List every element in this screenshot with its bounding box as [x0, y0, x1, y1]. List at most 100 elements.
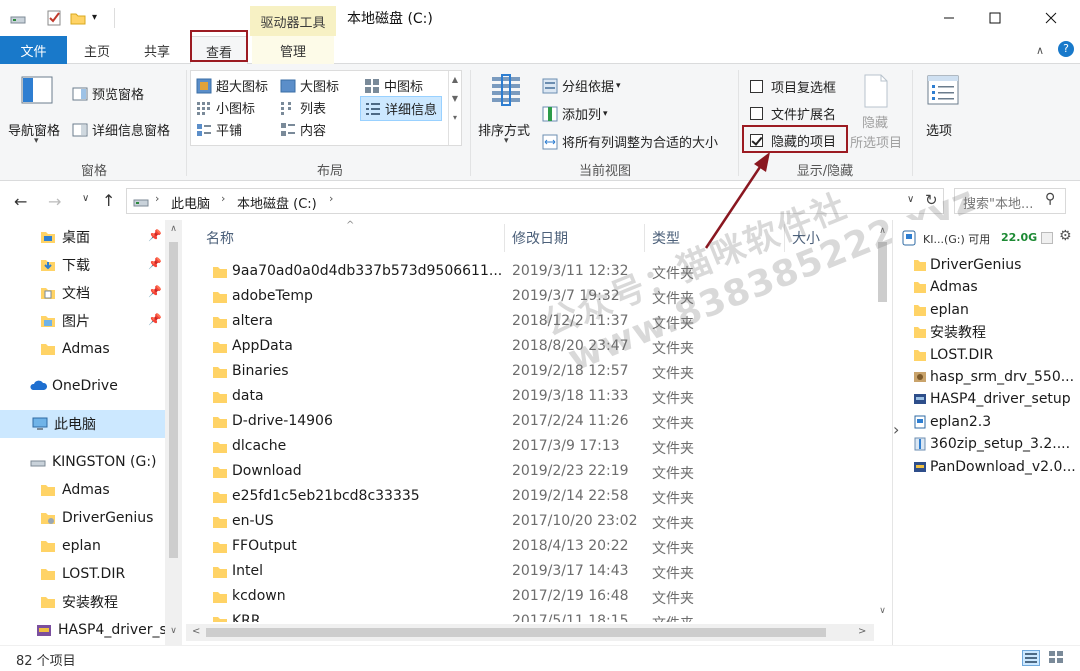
preview-item[interactable]: HASP4_driver_setup	[913, 388, 1071, 410]
preview-item[interactable]: hasp_srm_drv_550...	[913, 366, 1074, 388]
file-list-hscroll-thumb[interactable]	[206, 628, 826, 637]
preview-pane-button[interactable]: 预览窗格	[72, 84, 144, 103]
pin-icon[interactable]: 📌	[148, 313, 162, 326]
file-row[interactable]: AppData 2018/8/20 23:47 文件夹	[186, 335, 876, 360]
preview-item[interactable]: PanDownload_v2.0...	[913, 456, 1076, 478]
navigation-pane-button[interactable]: 导航窗格 ▾	[8, 72, 68, 152]
chevron-right-icon[interactable]: ›	[155, 192, 159, 205]
chevron-right-icon[interactable]: ›	[329, 192, 333, 205]
up-arrow-icon[interactable]: ↑	[102, 191, 115, 210]
tab-home[interactable]: 主页	[70, 36, 124, 64]
large-icons-view-icon[interactable]	[1048, 650, 1066, 666]
search-input[interactable]: 搜索"本地... ⚲	[954, 188, 1066, 214]
layout-tiles[interactable]: 平铺	[196, 120, 242, 139]
tab-file[interactable]: 文件	[0, 36, 67, 64]
options-button[interactable]: 选项	[918, 72, 968, 152]
file-row[interactable]: FFOutput 2018/4/13 20:22 文件夹	[186, 535, 876, 560]
column-header-name[interactable]: 名称	[206, 228, 234, 248]
file-row[interactable]: adobeTemp 2019/3/7 19:32 文件夹	[186, 285, 876, 310]
preview-item[interactable]: 安装教程	[913, 321, 986, 343]
recent-locations-icon[interactable]: ∨	[82, 193, 89, 204]
layout-content[interactable]: 内容	[280, 120, 326, 139]
view-toggle-icon[interactable]	[1041, 232, 1053, 244]
column-header-size[interactable]: 大小	[792, 228, 820, 248]
item-checkboxes-checkbox[interactable]	[750, 80, 763, 93]
scroll-down-icon[interactable]: ∨	[165, 626, 182, 636]
scroll-up-icon[interactable]: ∧	[874, 226, 891, 236]
file-row[interactable]: Binaries 2019/2/18 12:57 文件夹	[186, 360, 876, 385]
layout-list[interactable]: 列表	[280, 98, 326, 117]
file-row[interactable]: KRR 2017/5/11 18:15 文件夹	[186, 610, 876, 622]
preview-item[interactable]: LOST.DIR	[913, 344, 993, 366]
file-row[interactable]: en-US 2017/10/20 23:02 文件夹	[186, 510, 876, 535]
column-header-date[interactable]: 修改日期	[512, 228, 568, 248]
scroll-right-icon[interactable]: >	[858, 626, 866, 637]
nav-item-onedrive[interactable]: OneDrive	[30, 372, 186, 400]
preview-item[interactable]: DriverGenius	[913, 254, 1021, 276]
maximize-button[interactable]	[972, 0, 1018, 36]
preview-item[interactable]: eplan2.3	[913, 411, 991, 433]
file-row[interactable]: dlcache 2017/3/9 17:13 文件夹	[186, 435, 876, 460]
add-column-button[interactable]: 添加列 ▾	[542, 104, 608, 123]
file-row[interactable]: Download 2019/2/23 22:19 文件夹	[186, 460, 876, 485]
column-divider[interactable]	[644, 224, 645, 252]
forward-arrow-icon[interactable]: →	[48, 192, 61, 211]
gear-icon[interactable]: ⚙	[1059, 228, 1072, 244]
sort-by-button[interactable]: 排序方式 ▾	[478, 72, 538, 152]
help-icon[interactable]: ?	[1058, 41, 1074, 57]
scroll-up-icon[interactable]: ▲	[449, 75, 461, 84]
back-arrow-icon[interactable]: ←	[14, 192, 27, 211]
chevron-right-icon[interactable]: ›	[893, 420, 899, 439]
nav-scroll-thumb[interactable]	[169, 242, 178, 558]
pin-icon[interactable]: 📌	[148, 257, 162, 270]
address-history-icon[interactable]: ∨	[907, 194, 914, 205]
file-row[interactable]: D-drive-14906 2017/2/24 11:26 文件夹	[186, 410, 876, 435]
nav-item-kingston[interactable]: KINGSTON (G:)	[30, 448, 186, 476]
breadcrumb-local-disk[interactable]: 本地磁盘 (C:)	[237, 193, 317, 212]
column-header-type[interactable]: 类型	[652, 228, 680, 248]
nav-item-this-pc[interactable]: 此电脑	[32, 410, 186, 438]
layout-gallery-scroller[interactable]: ▲ ▼ ▾	[448, 71, 461, 145]
column-divider[interactable]	[784, 224, 785, 252]
file-row[interactable]: altera 2018/12/2 11:37 文件夹	[186, 310, 876, 335]
scroll-up-icon[interactable]: ∧	[165, 224, 182, 234]
layout-medium-icons[interactable]: 中图标	[364, 76, 423, 95]
gallery-expand-icon[interactable]: ▾	[449, 113, 461, 122]
tab-share[interactable]: 共享	[128, 36, 186, 64]
group-by-button[interactable]: 分组依据 ▾	[542, 76, 621, 95]
file-row[interactable]: 9aa70ad0a0d4db337b573d9506611... 2019/3/1…	[186, 260, 876, 285]
nav-scrollbar[interactable]: ∧ ∨	[165, 220, 182, 645]
file-row[interactable]: kcdown 2017/2/19 16:48 文件夹	[186, 585, 876, 610]
properties-icon[interactable]	[46, 10, 62, 26]
details-pane-button[interactable]: 详细信息窗格	[72, 120, 170, 139]
preview-item[interactable]: Admas	[913, 276, 978, 298]
layout-large-icons[interactable]: 大图标	[280, 76, 339, 95]
layout-extra-large-icons[interactable]: 超大图标	[196, 76, 268, 95]
file-row[interactable]: Intel 2019/3/17 14:43 文件夹	[186, 560, 876, 585]
collapse-ribbon-icon[interactable]: ∧	[1036, 44, 1044, 57]
preview-item[interactable]: eplan	[913, 299, 969, 321]
layout-details[interactable]: 详细信息	[360, 96, 443, 121]
preview-item[interactable]: 360zip_setup_3.2....	[913, 433, 1070, 455]
scroll-down-icon[interactable]: ∨	[874, 606, 891, 616]
file-extensions-toggle[interactable]: 文件扩展名	[750, 104, 836, 123]
chevron-right-icon[interactable]: ›	[221, 192, 225, 205]
column-divider[interactable]	[504, 224, 505, 252]
item-checkboxes-toggle[interactable]: 项目复选框	[750, 77, 836, 96]
file-row[interactable]: e25fd1c5eb21bcd8c33335 2019/2/14 22:58 文件夹	[186, 485, 876, 510]
new-folder-icon[interactable]	[70, 10, 86, 26]
close-button[interactable]	[1028, 0, 1074, 36]
minimize-button[interactable]	[926, 0, 972, 36]
details-view-icon[interactable]	[1022, 650, 1040, 666]
scroll-down-icon[interactable]: ▼	[449, 94, 461, 103]
refresh-icon[interactable]: ↻	[925, 191, 938, 209]
layout-small-icons[interactable]: 小图标	[196, 98, 255, 117]
customize-quick-access-icon[interactable]: ▾	[92, 12, 108, 28]
pin-icon[interactable]: 📌	[148, 229, 162, 242]
fit-columns-button[interactable]: 将所有列调整为合适的大小	[542, 132, 718, 151]
nav-item-drive-hasp4[interactable]: HASP4_driver_s	[36, 616, 186, 644]
file-row[interactable]: data 2019/3/18 11:33 文件夹	[186, 385, 876, 410]
scroll-left-icon[interactable]: <	[192, 626, 200, 637]
breadcrumb-this-pc[interactable]: 此电脑	[171, 193, 210, 212]
file-list-hscrollbar[interactable]: < >	[186, 624, 874, 641]
